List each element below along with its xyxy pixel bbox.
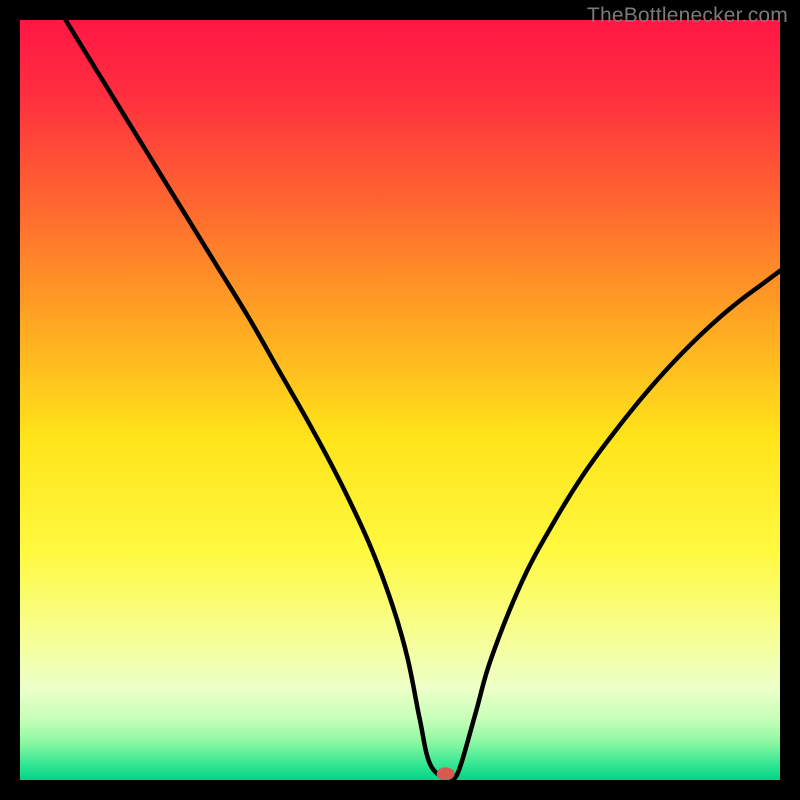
watermark-text: TheBottlenecker.com: [587, 4, 788, 28]
bottleneck-chart: TheBottlenecker.com: [0, 0, 800, 800]
highlight-marker: [437, 767, 455, 780]
chart-svg: [20, 20, 780, 780]
plot-area: [20, 20, 780, 780]
